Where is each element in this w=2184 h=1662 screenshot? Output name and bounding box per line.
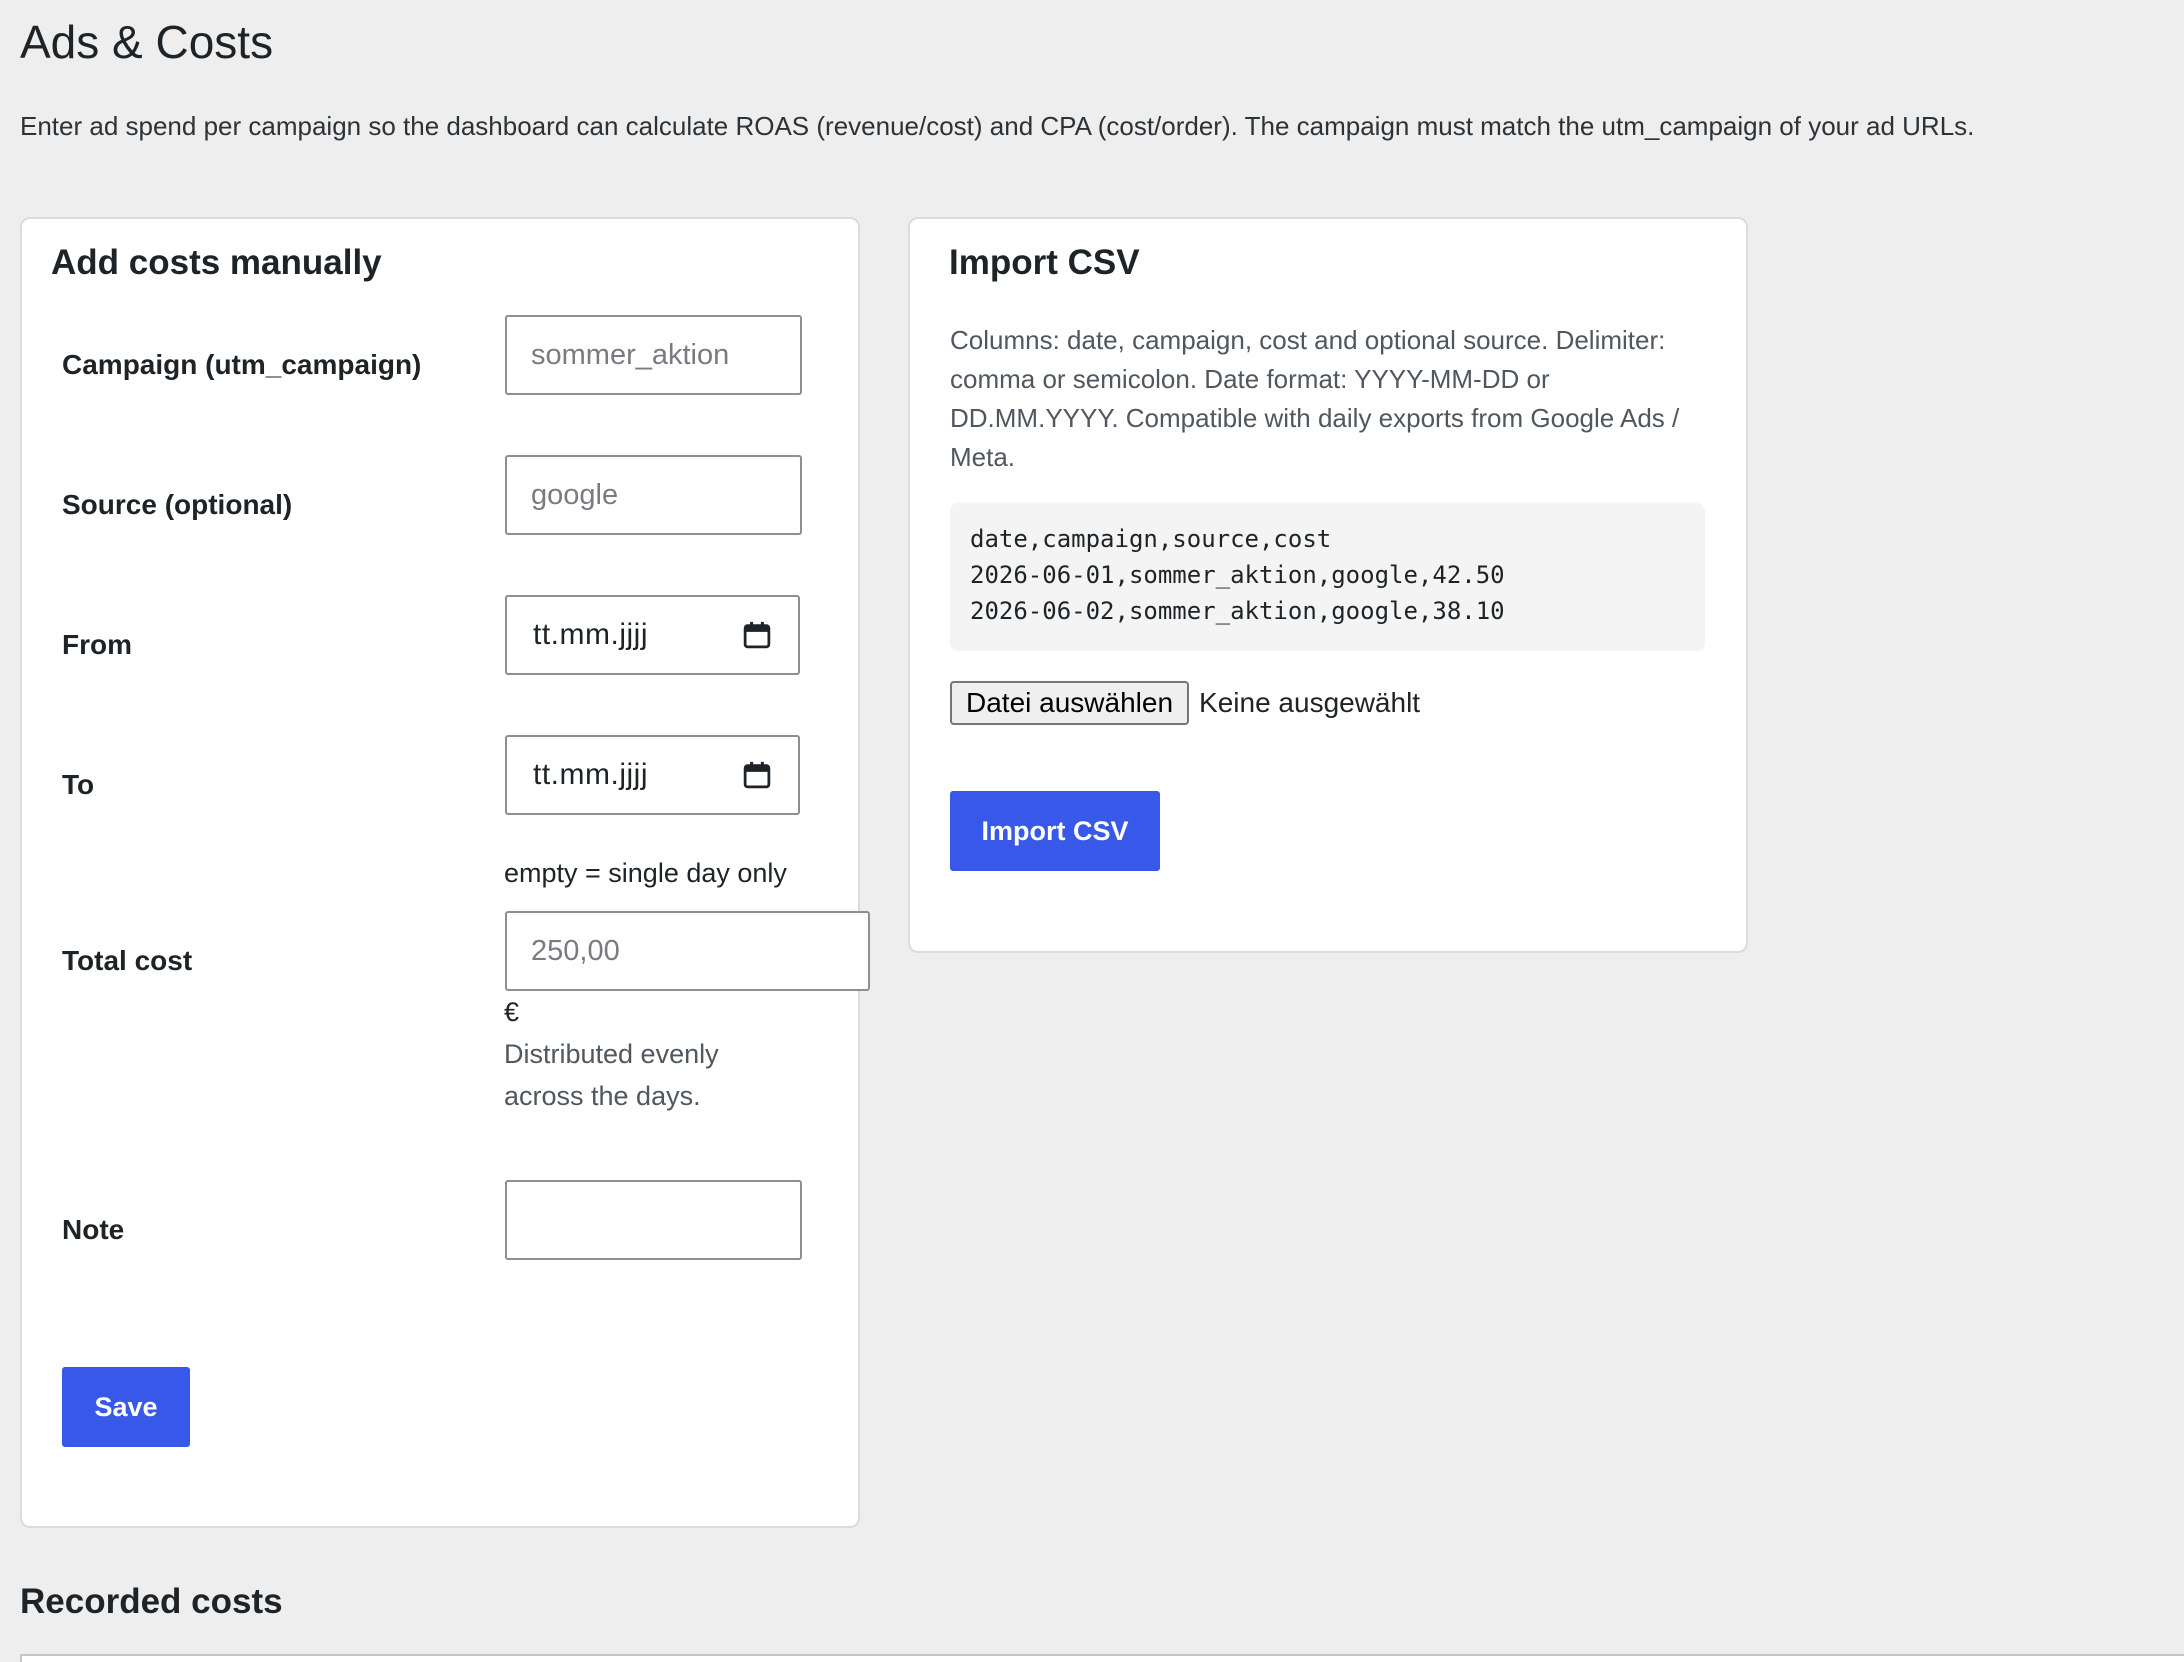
note-input[interactable] [505, 1180, 802, 1260]
import-csv-title: Import CSV [949, 243, 1140, 282]
campaign-label: Campaign (utm_campaign) [62, 349, 422, 380]
from-label: From [62, 629, 132, 660]
from-date-placeholder: tt.mm.jjjj [533, 618, 648, 651]
add-costs-title: Add costs manually [51, 243, 382, 282]
page-intro: Enter ad spend per campaign so the dashb… [20, 111, 1975, 141]
total-cost-input[interactable] [505, 911, 870, 991]
to-label: To [62, 769, 95, 800]
calendar-icon[interactable] [742, 620, 772, 650]
page-title: Ads & Costs [20, 16, 274, 68]
total-cost-hint: Distributed evenly across the days. [504, 1039, 719, 1111]
note-label: Note [62, 1214, 125, 1245]
campaign-input[interactable] [505, 315, 802, 395]
csv-example-line: 2026-06-02,sommer_aktion,google,38.10 [970, 597, 1505, 625]
import-csv-card: Import CSV Columns: date, campaign, cost… [908, 217, 1748, 953]
import-description: Columns: date, campaign, cost and option… [950, 325, 1680, 472]
currency-symbol: € [504, 997, 520, 1027]
to-date-placeholder: tt.mm.jjjj [533, 758, 648, 791]
recorded-costs-table [20, 1654, 2184, 1662]
source-input[interactable] [505, 455, 802, 535]
import-csv-button[interactable]: Import CSV [950, 791, 1160, 871]
calendar-icon[interactable] [742, 760, 772, 790]
save-button[interactable]: Save [62, 1367, 190, 1447]
csv-example-line: date,campaign,source,cost [970, 525, 1332, 553]
csv-example-line: 2026-06-01,sommer_aktion,google,42.50 [970, 561, 1505, 589]
from-date-input[interactable]: tt.mm.jjjj [505, 595, 800, 675]
file-status: Keine ausgewählt [1199, 687, 1421, 718]
add-costs-card: Add costs manually Campaign (utm_campaig… [20, 217, 870, 1528]
recorded-costs-title: Recorded costs [20, 1582, 283, 1621]
source-label: Source (optional) [62, 489, 293, 520]
to-hint: empty = single day only [504, 858, 787, 888]
csv-example: date,campaign,source,cost 2026-06-01,som… [950, 503, 1705, 651]
file-picker: Datei auswählen Keine ausgewählt [950, 681, 1420, 725]
total-cost-label: Total cost [62, 945, 193, 976]
choose-file-button[interactable]: Datei auswählen [950, 681, 1190, 725]
to-date-input[interactable]: tt.mm.jjjj [505, 735, 800, 815]
